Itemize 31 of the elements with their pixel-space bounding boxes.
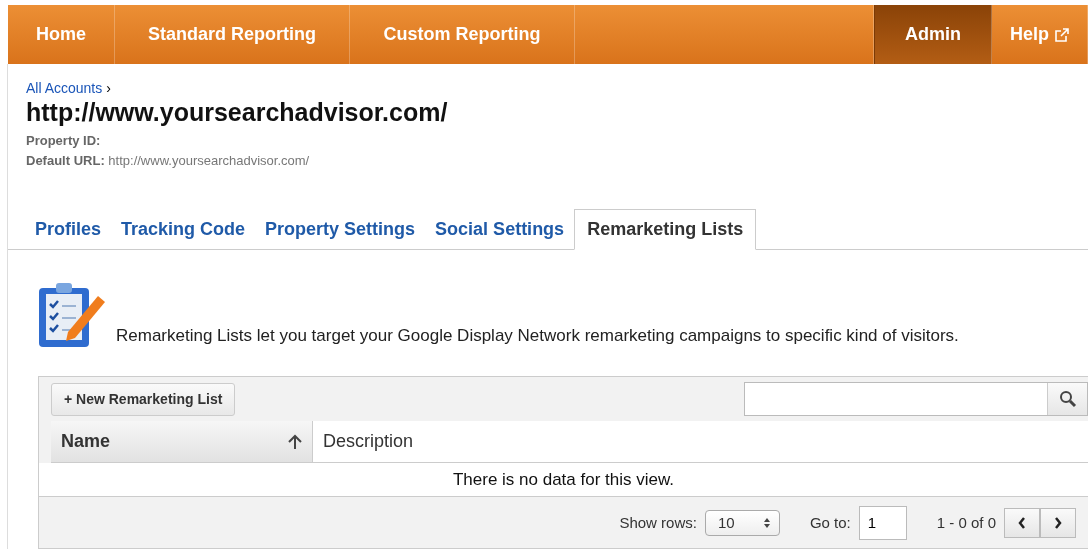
breadcrumb-separator: ›: [106, 80, 111, 96]
search-button[interactable]: [1047, 383, 1087, 415]
goto-label: Go to:: [809, 514, 851, 531]
tab[interactable]: Social Settings: [425, 209, 575, 249]
tab[interactable]: Property Settings: [255, 209, 426, 249]
property-label: Property ID:: [26, 133, 101, 148]
tab[interactable]: Remarketing Lists: [574, 209, 757, 250]
next-page-button[interactable]: [1040, 507, 1076, 538]
rows-select[interactable]: 10: [704, 509, 780, 536]
tab[interactable]: Profiles: [25, 209, 112, 249]
tab[interactable]: Tracking Code: [111, 209, 256, 249]
new-list-button[interactable]: + New Remarketing List: [51, 382, 236, 416]
chevron-right-icon: [1054, 516, 1062, 529]
clipboard-pencil-icon: [38, 282, 108, 348]
column-header[interactable]: Name: [61, 431, 111, 452]
property-label: Default URL:: [26, 153, 105, 168]
goto-input[interactable]: 1: [858, 505, 907, 540]
column-header[interactable]: Description: [323, 431, 414, 452]
breadcrumb-link[interactable]: All Accounts: [26, 80, 103, 96]
property-value: http://www.yoursearchadvisor.com/: [107, 153, 310, 168]
previous-page-button[interactable]: [1004, 507, 1040, 538]
empty-message: There is no data for this view.: [452, 469, 675, 490]
intro-text: Remarketing Lists let you target your Google Display Network remarketing campaigns to specific kind of visitors.: [116, 326, 959, 347]
page-range: 1 - 0 of 0: [936, 514, 996, 531]
search-field[interactable]: [744, 382, 1088, 416]
nav-item[interactable]: Admin: [874, 5, 992, 64]
show-rows-label: Show rows:: [619, 514, 697, 531]
chevron-left-icon: [1018, 516, 1026, 529]
select-arrows-icon: [762, 516, 771, 529]
property-title: http://www.yoursearchadvisor.com/: [26, 98, 449, 127]
search-icon: [1058, 390, 1077, 408]
